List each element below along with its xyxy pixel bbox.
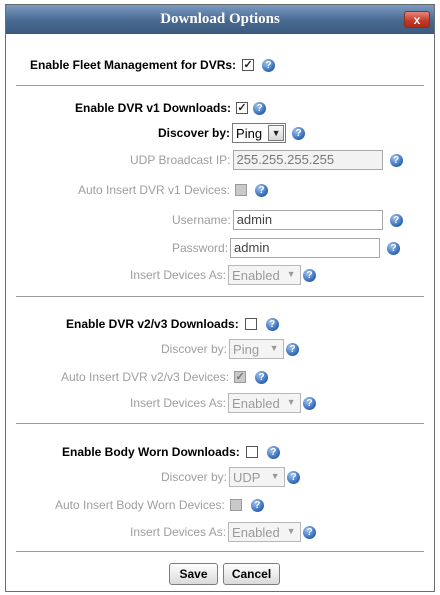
- help-icon[interactable]: ?: [250, 498, 264, 512]
- dialog-title: Download Options: [160, 11, 280, 27]
- save-button[interactable]: Save: [169, 563, 218, 585]
- close-button[interactable]: x: [404, 11, 430, 28]
- dvr23-insert-as-select[interactable]: Enabled ▼: [228, 393, 302, 413]
- help-icon[interactable]: ?: [292, 126, 306, 140]
- bodyworn-enable-row: Enable Body Worn Downloads: ?: [62, 442, 280, 462]
- dvr1-discover-value: Ping: [236, 125, 263, 141]
- dvr1-discover-select[interactable]: Ping ▼: [232, 123, 287, 143]
- fleet-label: Enable Fleet Management for DVRs:: [30, 58, 237, 72]
- dvr1-auto-insert-checkbox[interactable]: [235, 184, 248, 196]
- bodyworn-enable-checkbox[interactable]: [245, 446, 258, 458]
- divider: [16, 551, 424, 552]
- chevron-down-icon: ▼: [286, 397, 296, 407]
- help-icon[interactable]: ?: [255, 370, 269, 384]
- help-icon[interactable]: ?: [262, 58, 276, 72]
- bodyworn-insert-as-select[interactable]: Enabled ▼: [228, 522, 302, 542]
- help-icon[interactable]: ?: [286, 342, 300, 356]
- dvr23-enable-row: Enable DVR v2/v3 Downloads: ?: [66, 314, 279, 334]
- cancel-button[interactable]: Cancel: [223, 563, 280, 585]
- bodyworn-insert-as-value: Enabled: [232, 524, 280, 540]
- help-icon[interactable]: ?: [303, 396, 317, 410]
- checkmark-icon: ✓: [237, 102, 247, 114]
- dvr23-discover-label: Discover by:: [161, 342, 228, 356]
- fleet-row: Enable Fleet Management for DVRs: ✓ ?: [30, 55, 276, 75]
- dvr23-insert-as-label: Insert Devices As:: [130, 396, 227, 410]
- dvr1-enable-label: Enable DVR v1 Downloads:: [75, 101, 232, 115]
- dvr1-insert-as-label: Insert Devices As:: [130, 268, 227, 282]
- dvr1-discover-row: Discover by: Ping ▼ ?: [158, 123, 306, 143]
- bodyworn-auto-insert-label: Auto Insert Body Worn Devices:: [55, 498, 225, 512]
- chevron-down-icon: ▼: [286, 269, 296, 279]
- divider: [16, 296, 424, 297]
- checkmark-icon: ✓: [235, 371, 245, 383]
- dvr23-discover-row: Discover by: Ping ▼ ?: [161, 339, 300, 359]
- dvr1-auto-insert-label: Auto Insert DVR v1 Devices:: [78, 183, 231, 197]
- dvr23-discover-value: Ping: [233, 341, 260, 357]
- chevron-down-icon: ▼: [286, 526, 296, 536]
- help-icon[interactable]: ?: [255, 183, 269, 197]
- help-icon[interactable]: ?: [287, 470, 301, 484]
- bodyworn-discover-select[interactable]: UDP ▼: [229, 467, 286, 487]
- dvr1-password-label: Password:: [172, 241, 229, 255]
- chevron-down-icon: ▼: [269, 343, 279, 353]
- help-icon[interactable]: ?: [253, 101, 267, 115]
- dvr1-username-row: Username: admin ?: [172, 210, 403, 230]
- dvr1-enable-row: Enable DVR v1 Downloads: ✓ ?: [75, 98, 267, 118]
- dvr1-insert-as-value: Enabled: [232, 267, 280, 283]
- help-icon[interactable]: ?: [387, 241, 401, 255]
- checkmark-icon: ✓: [243, 59, 253, 71]
- dvr23-auto-insert-label: Auto Insert DVR v2/v3 Devices:: [61, 370, 230, 384]
- divider: [16, 85, 424, 86]
- bodyworn-insert-as-row: Insert Devices As: Enabled ▼ ?: [130, 522, 317, 542]
- help-icon[interactable]: ?: [389, 153, 403, 167]
- bodyworn-discover-label: Discover by:: [161, 470, 228, 484]
- dvr1-udp-input[interactable]: 255.255.255.255: [232, 150, 383, 170]
- dvr1-username-label: Username:: [172, 213, 231, 227]
- bodyworn-auto-insert-row: Auto Insert Body Worn Devices: ?: [55, 495, 264, 515]
- bodyworn-auto-insert-checkbox[interactable]: [229, 499, 242, 511]
- bodyworn-discover-value: UDP: [233, 469, 261, 485]
- dvr1-password-input[interactable]: admin: [230, 238, 381, 258]
- help-icon[interactable]: ?: [266, 445, 280, 459]
- dvr23-discover-select[interactable]: Ping ▼: [229, 339, 285, 359]
- dvr23-insert-as-value: Enabled: [232, 395, 280, 411]
- dvr1-discover-label: Discover by:: [158, 126, 231, 140]
- bodyworn-insert-as-label: Insert Devices As:: [130, 525, 227, 539]
- dvr1-insert-as-select[interactable]: Enabled ▼: [228, 265, 302, 285]
- fleet-checkbox[interactable]: ✓: [242, 59, 255, 71]
- dvr23-auto-insert-row: Auto Insert DVR v2/v3 Devices: ✓ ?: [61, 367, 269, 387]
- divider: [16, 423, 424, 424]
- dvr1-password-row: Password: admin ?: [172, 238, 401, 258]
- help-icon[interactable]: ?: [389, 213, 403, 227]
- help-icon[interactable]: ?: [265, 317, 279, 331]
- dvr23-insert-as-row: Insert Devices As: Enabled ▼ ?: [130, 393, 317, 413]
- dvr23-auto-insert-checkbox[interactable]: ✓: [234, 371, 247, 383]
- dvr1-insert-as-row: Insert Devices As: Enabled ▼ ?: [130, 265, 317, 285]
- dvr1-udp-label: UDP Broadcast IP:: [130, 153, 231, 167]
- dvr1-auto-insert-row: Auto Insert DVR v1 Devices: ?: [78, 180, 269, 200]
- chevron-down-icon: ▼: [270, 471, 280, 481]
- close-icon: x: [413, 13, 421, 27]
- dvr23-enable-checkbox[interactable]: [244, 318, 257, 330]
- help-icon[interactable]: ?: [303, 268, 317, 282]
- dvr23-enable-label: Enable DVR v2/v3 Downloads:: [66, 317, 239, 331]
- dvr1-enable-checkbox[interactable]: ✓: [236, 102, 249, 114]
- help-icon[interactable]: ?: [303, 525, 317, 539]
- bodyworn-enable-label: Enable Body Worn Downloads:: [62, 445, 240, 459]
- dvr1-username-input[interactable]: admin: [232, 210, 383, 230]
- dialog-titlebar: Download Options x: [6, 5, 434, 34]
- chevron-down-icon: ▼: [268, 125, 285, 141]
- download-options-dialog: Download Options x Enable Fleet Manageme…: [5, 4, 435, 592]
- bodyworn-discover-row: Discover by: UDP ▼ ?: [161, 467, 301, 487]
- dvr1-udp-row: UDP Broadcast IP: 255.255.255.255 ?: [130, 150, 403, 170]
